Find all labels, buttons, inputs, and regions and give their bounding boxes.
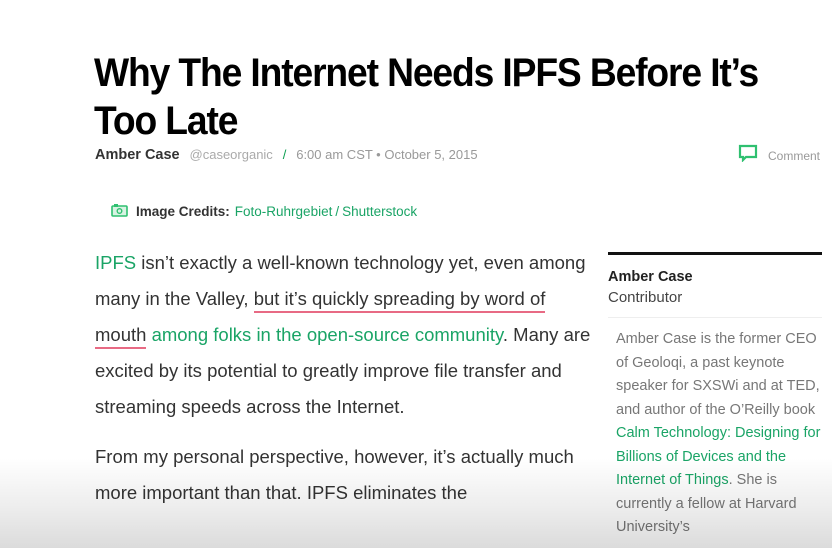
paragraph: From my personal perspective, however, i… bbox=[95, 446, 574, 503]
sidebar-author-name[interactable]: Amber Case bbox=[608, 267, 822, 287]
sidebar-divider bbox=[608, 252, 822, 255]
paragraph: IPFS isn’t exactly a well-known technolo… bbox=[95, 245, 595, 425]
open-source-community-link[interactable]: among folks in the open-source community bbox=[152, 324, 503, 345]
author-bio: Amber Case is the former CEO of Geoloqi,… bbox=[608, 328, 822, 540]
image-credits-label: Image Credits: bbox=[136, 204, 230, 219]
article-body: IPFS isn’t exactly a well-known technolo… bbox=[95, 245, 595, 525]
bio-text: Amber Case is the former CEO of Geoloqi,… bbox=[616, 331, 820, 418]
camera-icon bbox=[111, 203, 128, 220]
credit-link-foto-ruhrgebiet[interactable]: Foto-Ruhrgebiet bbox=[235, 204, 333, 219]
article-title: Why The Internet Needs IPFS Before It’s … bbox=[94, 50, 759, 143]
byline: Amber Case @caseorganic / 6:00 am CST • … bbox=[95, 146, 478, 163]
credit-link-shutterstock[interactable]: Shutterstock bbox=[342, 204, 417, 219]
comment-button[interactable]: Comment bbox=[738, 144, 820, 167]
ipfs-link[interactable]: IPFS bbox=[95, 252, 136, 273]
comment-icon bbox=[738, 144, 758, 167]
publish-time: 6:00 am CST • October 5, 2015 bbox=[296, 147, 478, 162]
author-sidebar: Amber Case Contributor Amber Case is the… bbox=[608, 252, 822, 540]
byline-separator: / bbox=[282, 147, 287, 162]
calm-technology-book-link[interactable]: Calm Technology: Designing for Billions … bbox=[616, 425, 820, 488]
credit-separator: / bbox=[335, 204, 340, 219]
author-handle[interactable]: @caseorganic bbox=[190, 147, 273, 162]
sidebar-thin-divider bbox=[608, 317, 822, 318]
sidebar-author-role: Contributor bbox=[608, 289, 683, 306]
comment-label: Comment bbox=[768, 148, 821, 163]
image-credits: Image Credits: Foto-Ruhrgebiet / Shutter… bbox=[111, 203, 417, 220]
author-name[interactable]: Amber Case bbox=[95, 147, 180, 163]
